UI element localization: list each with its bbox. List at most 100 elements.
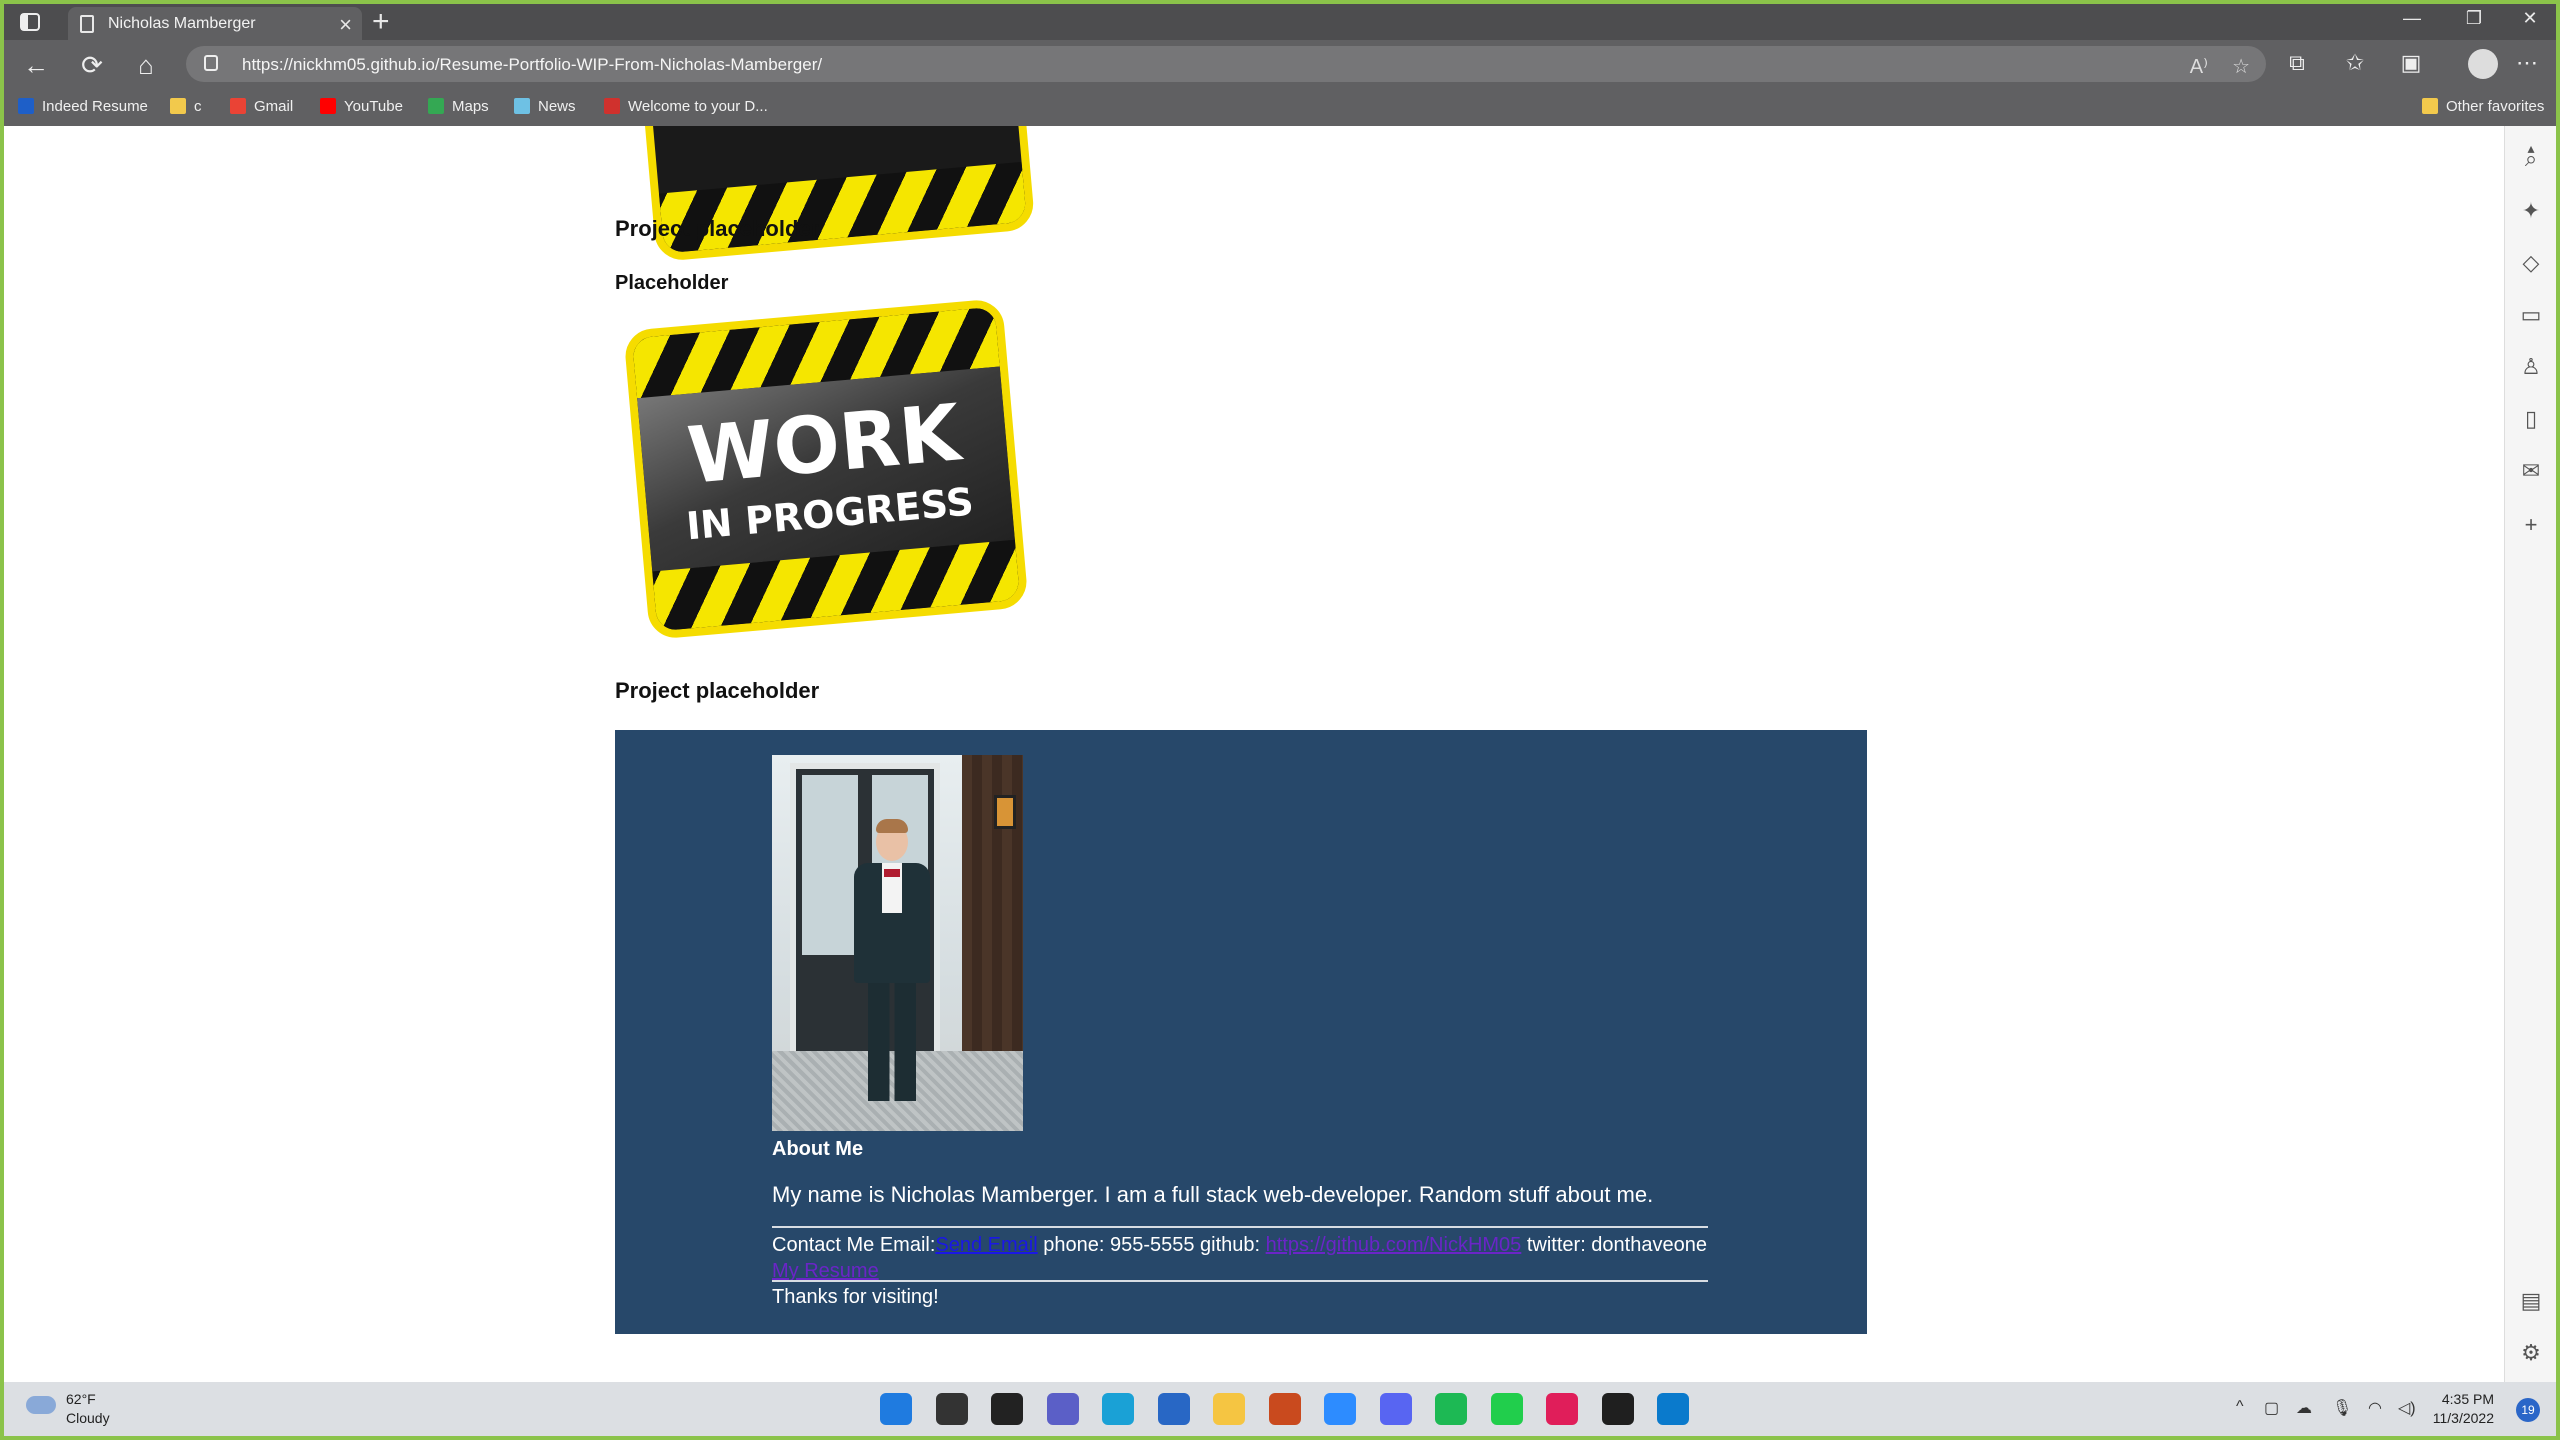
start-icon[interactable]: [880, 1393, 912, 1425]
clock-date: 11/3/2022: [2432, 1410, 2494, 1426]
store-icon[interactable]: [1157, 1393, 1190, 1425]
shopping-tag-icon[interactable]: ◇: [2518, 250, 2544, 276]
games-icon[interactable]: ♙: [2518, 354, 2544, 380]
profile-photo: [772, 755, 1023, 1131]
onedrive-icon[interactable]: ☁: [2296, 1398, 2312, 1418]
settings-icon[interactable]: ⚙: [2518, 1340, 2544, 1366]
tab-actions-icon[interactable]: [18, 10, 42, 34]
about-text: My name is Nicholas Mamberger. I am a fu…: [772, 1182, 1654, 1207]
new-tab-button[interactable]: +: [372, 5, 390, 39]
refresh-button[interactable]: ⟳: [76, 50, 108, 81]
contact-line: Contact Me Email:Send Email phone: 955-5…: [772, 1232, 1708, 1284]
favorites-icon[interactable]: ✩: [2340, 50, 2370, 76]
microphone-icon[interactable]: 🎙: [2332, 1398, 2352, 1418]
slack-icon[interactable]: [1546, 1393, 1578, 1425]
browser-tab[interactable]: Nicholas Mamberger ×: [68, 7, 362, 40]
zoom-icon[interactable]: [1324, 1393, 1356, 1425]
more-menu-icon[interactable]: ⋯: [2512, 50, 2542, 76]
minimize-button[interactable]: —: [2392, 8, 2432, 29]
placeholder-heading: Placeholder: [615, 272, 729, 294]
outlook-icon[interactable]: ✉: [2518, 458, 2544, 484]
task-view-icon[interactable]: [991, 1393, 1023, 1425]
favorite-gmail[interactable]: Gmail: [230, 98, 293, 115]
github-link[interactable]: https://github.com/NickHM05: [1266, 1234, 1522, 1256]
other-favorites[interactable]: Other favorites: [2422, 98, 2544, 115]
notification-badge[interactable]: 19: [2516, 1398, 2540, 1422]
clock[interactable]: 4:35 PM 11/3/2022: [2433, 1390, 2494, 1428]
url-text[interactable]: https://nickhm05.github.io/Resume-Portfo…: [242, 55, 822, 75]
page-content[interactable]: Project placeholder Placeholder WORK IN …: [4, 126, 2504, 1382]
contact-prefix: Contact Me Email:: [772, 1234, 936, 1256]
wifi-icon[interactable]: ◠: [2368, 1398, 2382, 1418]
browser-toolbar: ← ⟳ ⌂ https://nickhm05.github.io/Resume-…: [4, 40, 2556, 88]
news-icon: [514, 98, 530, 114]
page-icon: [80, 15, 94, 33]
edge-sidebar: ▴ ⌕ ✦ ◇ ▭ ♙ ▯ ✉ + ▤ ⚙: [2504, 126, 2556, 1382]
favorite-indeed-resume[interactable]: Indeed Resume: [18, 98, 148, 115]
favorites-bar: Indeed Resume c Gmail YouTube Maps News …: [4, 88, 2556, 126]
favorite-label: Gmail: [254, 98, 294, 115]
app-icon[interactable]: [1268, 1393, 1301, 1425]
divider: [772, 1280, 1708, 1282]
profile-avatar[interactable]: [2468, 49, 2498, 79]
add-icon[interactable]: +: [2518, 512, 2544, 538]
maps-icon: [428, 98, 444, 114]
discord-icon[interactable]: [1379, 1393, 1412, 1425]
extensions-icon[interactable]: ⧉: [2282, 50, 2312, 76]
favorite-welcome[interactable]: Welcome to your D...: [604, 98, 768, 115]
folder-icon: [170, 98, 186, 114]
photo-hair: [876, 819, 908, 833]
home-button[interactable]: ⌂: [130, 50, 162, 81]
send-email-link[interactable]: Send Email: [935, 1234, 1037, 1256]
other-favorites-label: Other favorites: [2446, 98, 2545, 115]
sidebar-toggle-icon[interactable]: ▤: [2518, 1288, 2544, 1314]
lock-icon[interactable]: [204, 55, 218, 71]
taskbar: 62°F Cloudy ^ ▢ ☁ 🎙 ◠ ◁) 4:35 PM 11/3/20…: [4, 1382, 2556, 1436]
folder-icon: [2422, 98, 2438, 114]
about-title: About Me: [772, 1138, 864, 1160]
tray-app-icon[interactable]: ▢: [2264, 1398, 2279, 1418]
favorite-maps[interactable]: Maps: [428, 98, 489, 115]
close-tab-icon[interactable]: ×: [339, 12, 352, 38]
favorite-news[interactable]: News: [514, 98, 576, 115]
restore-button[interactable]: ❐: [2454, 8, 2494, 29]
photo-bowtie: [884, 869, 900, 877]
work-in-progress-image: WORK IN PROGRESS: [623, 298, 1029, 640]
address-bar[interactable]: https://nickhm05.github.io/Resume-Portfo…: [186, 46, 2266, 82]
thanks-text: Thanks for visiting!: [772, 1286, 939, 1308]
add-favorite-icon[interactable]: ☆: [2232, 54, 2250, 79]
indeed-icon: [18, 98, 34, 114]
tools-icon[interactable]: ▭: [2518, 302, 2544, 328]
favorite-label: Welcome to your D...: [628, 98, 768, 115]
discover-icon[interactable]: ✦: [2518, 198, 2544, 224]
read-aloud-icon[interactable]: A⁾: [2190, 54, 2208, 79]
vscode-icon[interactable]: [1657, 1393, 1689, 1425]
tab-strip: Nicholas Mamberger × + — ❐ ✕: [4, 4, 2556, 40]
cloud-icon: [26, 1396, 56, 1414]
spotify-icon[interactable]: [1435, 1393, 1467, 1425]
office-icon[interactable]: ▯: [2518, 406, 2544, 432]
page-icon: [604, 98, 620, 114]
divider: [772, 1226, 1708, 1228]
favorite-label: YouTube: [344, 98, 403, 115]
clock-time: 4:35 PM: [2441, 1391, 2494, 1407]
resume-link[interactable]: My Resume: [772, 1260, 879, 1282]
search-icon[interactable]: [935, 1393, 968, 1425]
file-explorer-icon[interactable]: [1213, 1393, 1245, 1425]
browser-window: Nicholas Mamberger × + — ❐ ✕ ← ⟳ ⌂ https…: [4, 4, 2556, 1436]
favorite-youtube[interactable]: YouTube: [320, 98, 403, 115]
collections-icon[interactable]: ▣: [2396, 50, 2426, 76]
back-button[interactable]: ←: [20, 50, 52, 81]
favorite-label: Indeed Resume: [42, 98, 148, 115]
search-icon[interactable]: ⌕: [2518, 146, 2544, 172]
robinhood-icon[interactable]: [1490, 1393, 1523, 1425]
volume-icon[interactable]: ◁): [2398, 1398, 2416, 1418]
edge-icon[interactable]: [1102, 1393, 1134, 1425]
tab-title: Nicholas Mamberger: [108, 15, 256, 32]
teams-chat-icon[interactable]: [1046, 1393, 1079, 1425]
close-window-button[interactable]: ✕: [2510, 8, 2550, 29]
favorite-folder-c[interactable]: c: [170, 98, 202, 115]
show-hidden-icons[interactable]: ^: [2236, 1398, 2244, 1416]
terminal-icon[interactable]: [1601, 1393, 1634, 1425]
project-heading: Project placeholder: [615, 678, 820, 703]
